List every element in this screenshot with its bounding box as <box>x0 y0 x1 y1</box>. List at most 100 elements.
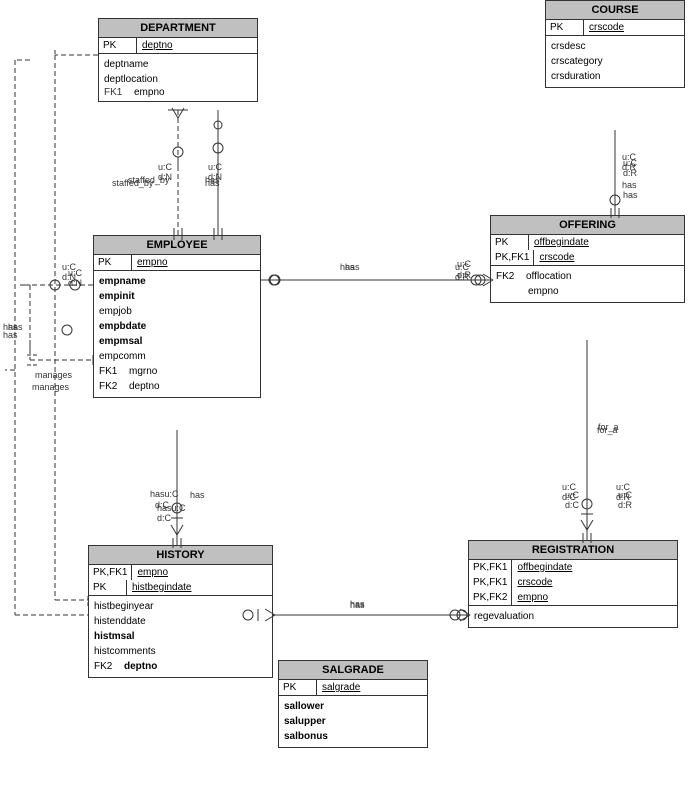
offering-entity: OFFERING PK offbegindate PK,FK1 crscode … <box>490 215 685 303</box>
course-pk-field: crscode <box>584 20 629 35</box>
salgrade-title: SALGRADE <box>279 661 427 680</box>
employee-fk2-label: FK2 <box>99 381 129 392</box>
history-field-histmsal: histmsal <box>94 629 267 644</box>
history-pk-label2: PK <box>89 580 127 595</box>
course-pk-label: PK <box>546 20 584 35</box>
department-field-deptlocation: deptlocation <box>104 72 252 87</box>
employee-title: EMPLOYEE <box>94 236 260 255</box>
employee-field-empname: empname <box>99 274 255 289</box>
hasuC-dC: hasu:Cd:C <box>157 503 186 523</box>
employee-field-mgrno: mgrno <box>129 366 157 377</box>
offering-field-offlocation: offlocation <box>526 271 571 282</box>
course-pk-section: PK crscode <box>546 20 684 36</box>
registration-pk-row2: PK,FK1 crscode <box>469 575 677 590</box>
offering-pk-row1: PK offbegindate <box>491 235 684 250</box>
course-field-crsdesc: crsdesc <box>551 39 679 54</box>
ucd-offering-reg1: u:Cd:C <box>565 490 579 510</box>
ucdr-offering-reg2: u:Cd:R <box>618 490 632 510</box>
offering-fields: FK2 offlocation empno <box>491 266 684 302</box>
salgrade-pk-field: salgrade <box>317 680 365 695</box>
registration-pk-row3: PK,FK2 empno <box>469 590 677 606</box>
department-pk-field: deptno <box>137 38 178 53</box>
history-pk-label1: PK,FK1 <box>89 565 132 580</box>
registration-pk-label2: PK,FK1 <box>469 575 512 590</box>
ucdr-offering-left: u:Cd:R <box>455 262 469 282</box>
course-fields: crsdesc crscategory crsduration <box>546 36 684 87</box>
registration-entity: REGISTRATION PK,FK1 offbegindate PK,FK1 … <box>468 540 678 628</box>
ucdn-dept-staffed: u:Cd:N <box>158 162 172 182</box>
offering-pk-field2: crscode <box>534 250 579 265</box>
offering-pk-label2: PK,FK1 <box>491 250 534 265</box>
history-pk-row2: PK histbegindate <box>89 580 272 596</box>
offering-pk-row2: PK,FK1 crscode <box>491 250 684 266</box>
offering-field-empno: empno <box>496 284 679 299</box>
salgrade-fields: sallower salupper salbonus <box>279 696 427 747</box>
salgrade-field-sallower: sallower <box>284 699 422 714</box>
department-pk-section: PK deptno <box>99 38 257 54</box>
department-field-deptname: deptname <box>104 57 252 72</box>
has-left-label: has <box>3 330 18 340</box>
has-emp-offering-label: has <box>340 262 355 272</box>
employee-entity: EMPLOYEE PK empno empname empinit empjob… <box>93 235 261 398</box>
offering-pk-label1: PK <box>491 235 529 250</box>
salgrade-pk-label: PK <box>279 680 317 695</box>
history-field-histbeginyear: histbeginyear <box>94 599 267 614</box>
department-entity: DEPARTMENT PK deptno deptname deptlocati… <box>98 18 258 102</box>
course-entity: COURSE PK crscode crsdesc crscategory cr… <box>545 0 685 88</box>
erd-diagram: staffed_by has has has manages has for_a… <box>0 0 690 803</box>
registration-title: REGISTRATION <box>469 541 677 560</box>
employee-field-empcomm: empcomm <box>99 349 255 364</box>
employee-field-empjob: empjob <box>99 304 255 319</box>
history-fields: histbeginyear histenddate histmsal histc… <box>89 596 272 677</box>
has-course-offering-label: has <box>623 190 638 200</box>
history-fk2-deptno-row: FK2 deptno <box>94 659 267 674</box>
history-pk-field2: histbegindate <box>127 580 197 595</box>
registration-pk-field2: crscode <box>512 575 557 590</box>
employee-fk2-deptno-row: FK2 deptno <box>99 379 255 394</box>
employee-field-empbdate: empbdate <box>99 319 255 334</box>
employee-field-empinit: empinit <box>99 289 255 304</box>
employee-pk-field: empno <box>132 255 173 270</box>
ucdr-course-offering: u:Cd:R <box>623 158 637 178</box>
department-title: DEPARTMENT <box>99 19 257 38</box>
has-hist-reg-label: has <box>350 600 365 610</box>
employee-fk1-mgrno-row: FK1 mgrno <box>99 364 255 379</box>
registration-pk-field3: empno <box>512 590 553 605</box>
registration-fields: regevaluation <box>469 606 677 627</box>
history-pk-row1: PK,FK1 empno <box>89 565 272 580</box>
ucd-dept-has: u:Cd:N <box>208 162 222 182</box>
salgrade-pk-section: PK salgrade <box>279 680 427 696</box>
offering-fk2-row: FK2 offlocation <box>496 269 679 284</box>
employee-fields: empname empinit empjob empbdate empmsal … <box>94 271 260 397</box>
history-pk-field1: empno <box>132 565 173 580</box>
svg-text:manages: manages <box>32 382 70 392</box>
department-fields: deptname deptlocation FK1 empno <box>99 54 257 101</box>
department-field-empno: empno <box>134 87 165 98</box>
history-field-histcomments: histcomments <box>94 644 267 659</box>
ucdn-emp-self: u:Cd:N <box>68 268 82 288</box>
offering-title: OFFERING <box>491 216 684 235</box>
course-field-crscategory: crscategory <box>551 54 679 69</box>
svg-text:hasu:C: hasu:C <box>150 489 179 499</box>
registration-pk-row1: PK,FK1 offbegindate <box>469 560 677 575</box>
employee-pk-label: PK <box>94 255 132 270</box>
has-emp-history-label: has <box>190 490 205 500</box>
employee-field-empmsal: empmsal <box>99 334 255 349</box>
history-fk2-label: FK2 <box>94 661 124 672</box>
offering-pk-field1: offbegindate <box>529 235 594 250</box>
department-field-empno-row: FK1 empno <box>104 87 252 98</box>
department-fk1-label: FK1 <box>104 87 134 98</box>
registration-pk-label1: PK,FK1 <box>469 560 512 575</box>
for-a-label: for_a <box>597 425 618 435</box>
history-field-histenddate: histenddate <box>94 614 267 629</box>
manages-label: manages <box>35 370 72 380</box>
history-entity: HISTORY PK,FK1 empno PK histbegindate hi… <box>88 545 273 678</box>
registration-pk-label3: PK,FK2 <box>469 590 512 605</box>
svg-text:has: has <box>622 180 637 190</box>
registration-field-regevaluation: regevaluation <box>474 609 672 624</box>
history-title: HISTORY <box>89 546 272 565</box>
history-field-deptno: deptno <box>124 661 157 672</box>
course-title: COURSE <box>546 1 684 20</box>
salgrade-field-salupper: salupper <box>284 714 422 729</box>
salgrade-entity: SALGRADE PK salgrade sallower salupper s… <box>278 660 428 748</box>
